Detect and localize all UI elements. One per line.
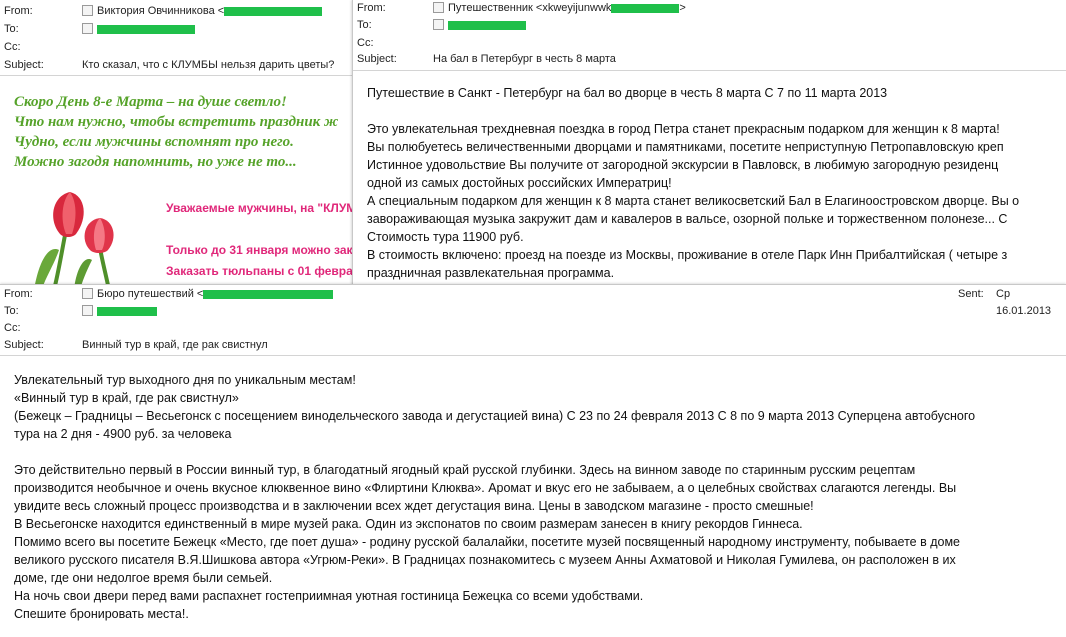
subject-label: Subject: [4,339,44,351]
to-value[interactable] [433,17,526,34]
redacted-email [611,3,680,13]
redacted-email [203,289,334,299]
body-line: Истинное удовольствие Вы получите от заг… [367,158,999,172]
to-value[interactable] [82,21,195,38]
body-line: В стоимость включено: проезд на поезде и… [367,248,1008,262]
email-body: Путешествие в Санкт - Петербург на бал в… [367,84,1066,282]
body-line: «Винный тур в край, где рак свистнул» [14,391,239,405]
to-label: To: [357,19,372,31]
greeting-line: Что нам нужно, чтобы встретить праздник … [14,114,339,130]
subject-label: Subject: [357,53,397,65]
email-header: From: Виктория Овчинникова < To: Cc: Sub… [0,0,360,74]
email-pane-klumby: From: Виктория Овчинникова < To: Cc: Sub… [0,0,360,290]
promo-line: Заказать тюльпаны с 01 феврал [166,264,360,278]
greeting-line: Чудно, если мужчины вспомнят про него. [14,134,294,150]
to-value[interactable] [82,303,157,320]
body-line: увидите весь сложный процесс производств… [14,499,814,513]
tulip-image [34,192,114,290]
body-line: Увлекательный тур выходного дня по уника… [14,373,356,387]
promo-line: Уважаемые мужчины, на "КЛУМ [166,201,357,215]
contact-checkbox-icon[interactable] [433,18,444,30]
to-label: To: [4,305,19,317]
email-pane-wine-tour: From: Бюро путешествий < Sent: Ср 16.01.… [0,284,1066,637]
subject-value: На бал в Петербург в честь 8 марта [433,53,616,65]
email-pane-petersburg: From: Путешественник <xkweyijunwwk > To: … [352,0,1066,290]
body-line: В Весьегонске находится единственный в м… [14,517,803,531]
body-line: А специальным подарком для женщин к 8 ма… [367,194,1020,208]
contact-checkbox-icon[interactable] [82,304,93,316]
contact-checkbox-icon[interactable] [82,4,93,16]
sent-label: Sent: [958,288,984,300]
contact-checkbox-icon[interactable] [433,1,444,13]
body-line: Спешите бронировать места!. [14,607,189,621]
body-line: доме, где они недолгое время были семьей… [14,571,273,585]
body-line [367,102,1066,120]
email-body: Увлекательный тур выходного дня по уника… [14,371,1064,623]
body-line: Это действительно первый в России винный… [14,463,916,477]
from-value[interactable]: Виктория Овчинникова < [82,3,323,20]
email-body: Скоро День 8-е Марта – на душе светло! Ч… [0,76,360,290]
body-line: производится необычное и очень вкусное к… [14,481,957,495]
cc-label: Cc: [4,322,21,334]
redacted-email [448,20,526,30]
body-line: великого русского писателя В.Я.Шишкова а… [14,553,956,567]
body-line: Это увлекательная трехдневная поездка в … [367,122,1000,136]
to-label: To: [4,23,19,35]
contact-checkbox-icon[interactable] [82,22,93,34]
body-line: Стоимость тура 11900 руб. [367,230,524,244]
body-line: завораживающая музыка закружит дам и кав… [367,212,1008,226]
body-line: одной из самых достойных российских Импе… [367,176,672,190]
promo-line: Только до 31 января можно зака [166,243,360,257]
body-line [14,443,1064,461]
cc-label: Cc: [4,41,21,53]
from-value[interactable]: Путешественник <xkweyijunwwk > [433,0,686,17]
body-line: На ночь свои двери перед вами распахнет … [14,589,644,603]
from-label: From: [4,5,33,17]
subject-value: Кто сказал, что с КЛУМБЫ нельзя дарить ц… [82,59,335,71]
email-header: From: Бюро путешествий < Sent: Ср 16.01.… [0,285,1066,355]
greeting-line: Скоро День 8-е Марта – на душе светло! [14,94,287,110]
body-line: Путешествие в Санкт - Петербург на бал в… [367,86,888,100]
body-line: праздничная развлекательная программа. [367,266,615,280]
redacted-email [224,6,323,16]
from-label: From: [357,2,386,14]
body-line: тура на 2 дня - 4900 руб. за человека [14,427,232,441]
redacted-email [97,306,157,316]
body-line: Вы полюбуетесь величественными дворцами … [367,140,1004,154]
from-value[interactable]: Бюро путешествий < [82,286,334,303]
subject-value: Винный тур в край, где рак свистнул [82,339,268,351]
subject-label: Subject: [4,59,44,71]
email-header: From: Путешественник <xkweyijunwwk > To: … [353,0,1066,70]
body-line: (Бежецк – Градницы – Весьегонск с посеще… [14,409,976,423]
from-label: From: [4,288,33,300]
cc-label: Cc: [357,37,374,49]
contact-checkbox-icon[interactable] [82,287,93,299]
greeting-line: Можно загодя напомнить, но уже не то... [14,154,297,170]
redacted-email [97,24,195,34]
body-line: Помимо всего вы посетите Бежецк «Место, … [14,535,960,549]
